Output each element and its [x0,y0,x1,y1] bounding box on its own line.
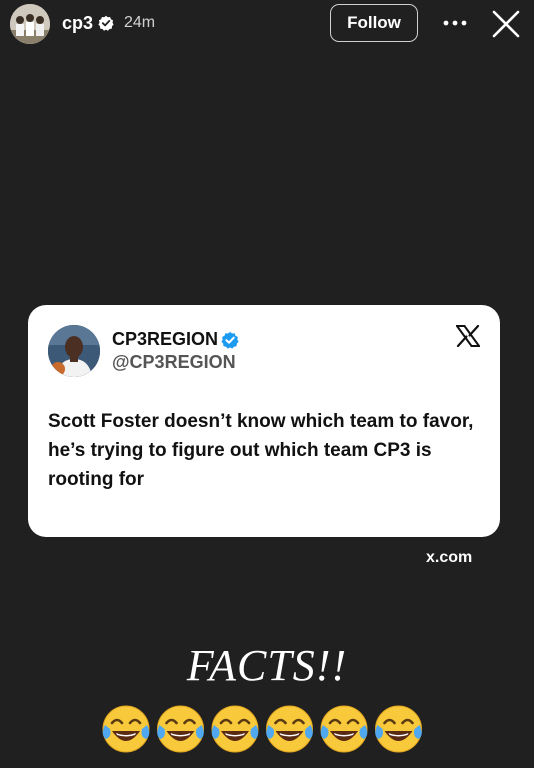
tears-of-joy-emoji-icon [157,705,204,753]
tears-of-joy-emoji-icon [266,705,313,753]
follow-button[interactable]: Follow [330,4,418,42]
source-link[interactable]: x.com [426,549,472,567]
more-options-icon[interactable] [440,10,470,36]
verified-badge-icon [98,15,114,31]
tears-of-joy-emoji-icon [375,705,422,753]
x-logo-icon [456,325,480,347]
tears-of-joy-emoji-icon [320,705,368,753]
verified-badge-icon [221,331,239,349]
emoji-svg [102,705,422,753]
avatar[interactable] [10,4,50,44]
tweet-text: Scott Foster doesn’t know which team to … [48,411,474,490]
tweet-author-name: CP3REGION [112,329,219,349]
tears-of-joy-emoji-icon [102,705,150,753]
tweet-card[interactable]: CP3REGION @CP3REGION Scott Foster doesn’… [28,305,500,537]
story-caption: FACTS!! [186,641,348,690]
post-time: 24m [124,14,156,31]
username[interactable]: cp3 [62,13,93,34]
close-icon[interactable] [490,8,522,40]
story-viewer: cp3 24m Follow CP3REGION @CP3REGION Scot… [0,0,534,768]
tweet-author-handle: @CP3REGION [112,352,236,372]
tears-of-joy-emoji-icon [211,705,259,753]
story-header: cp3 24m Follow [0,0,534,48]
tweet-avatar [48,325,100,377]
emoji-row [100,703,430,755]
